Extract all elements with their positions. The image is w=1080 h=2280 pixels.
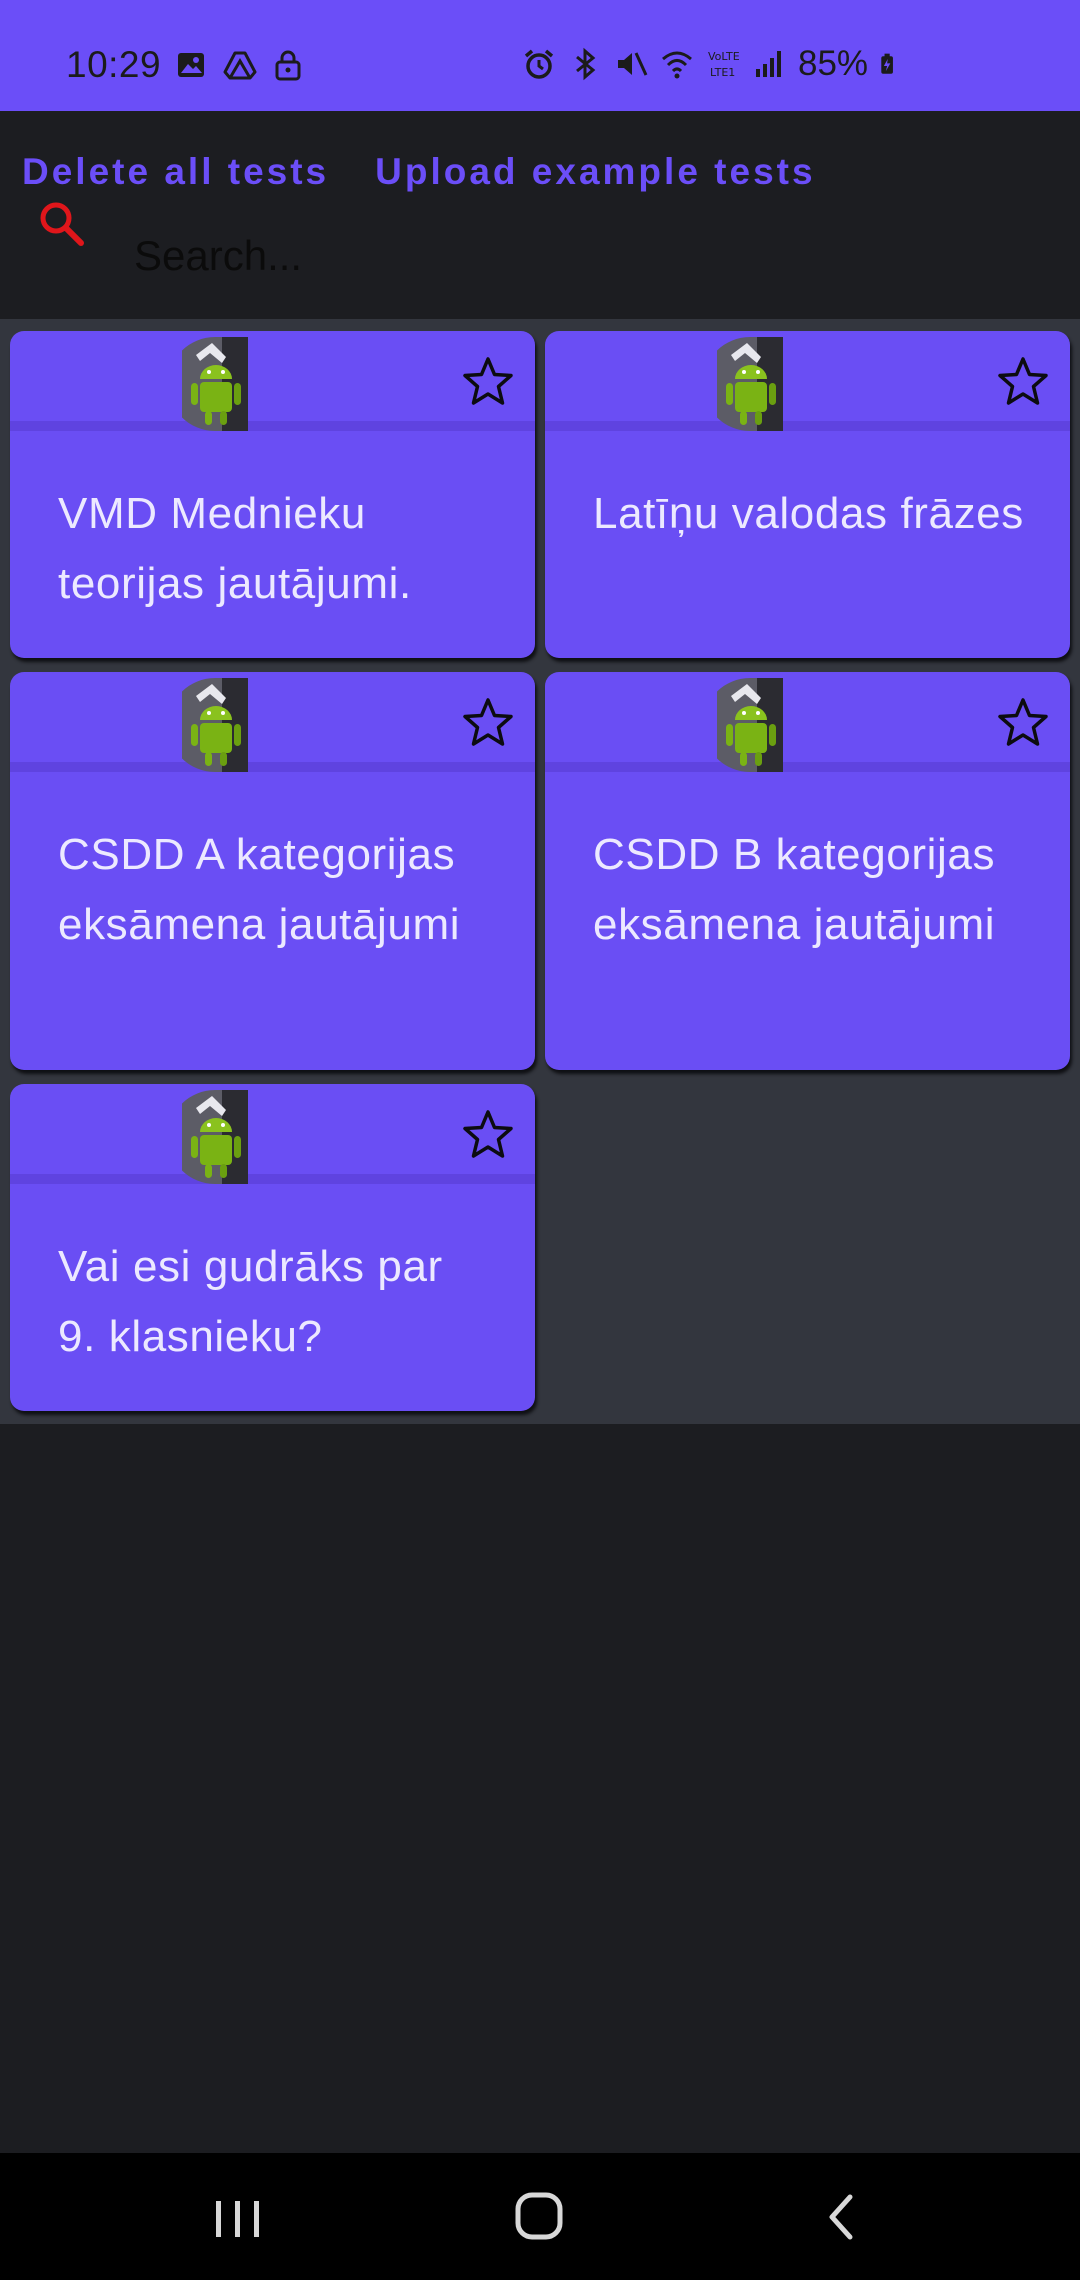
- android-avatar-icon: [717, 337, 783, 431]
- app-header: Delete all tests Upload example tests: [0, 111, 1080, 319]
- bluetooth-icon: [576, 47, 596, 81]
- test-card[interactable]: Latīņu valodas frāzes: [545, 331, 1070, 658]
- volte-icon: VoLTE LTE1: [708, 50, 740, 79]
- search-icon: [40, 202, 84, 246]
- card-title: CSDD A kategorijas eksāmena jautājumi: [58, 830, 461, 949]
- card-title: CSDD B kategorijas eksāmena jautājumi: [593, 830, 996, 949]
- status-left: 10:29: [66, 44, 305, 86]
- test-card[interactable]: CSDD B kategorijas eksāmena jautājumi: [545, 672, 1070, 1070]
- star-outline-icon[interactable]: [996, 696, 1050, 750]
- card-header: [10, 1084, 535, 1184]
- battery-charging-icon: [881, 53, 894, 74]
- signal-icon: [756, 51, 781, 77]
- test-card[interactable]: Vai esi gudrāks par 9. klasnieku?: [10, 1084, 535, 1411]
- recent-apps-icon[interactable]: [198, 2181, 278, 2253]
- svg-text:LTE1: LTE1: [710, 66, 735, 79]
- card-header: [10, 672, 535, 772]
- test-card[interactable]: CSDD A kategorijas eksāmena jautājumi: [10, 672, 535, 1070]
- card-title: Latīņu valodas frāzes: [593, 489, 1024, 538]
- status-time: 10:29: [66, 44, 162, 85]
- delete-all-tests-button[interactable]: Delete all tests: [22, 151, 329, 193]
- system-nav-bar: [0, 2153, 1080, 2280]
- search-input[interactable]: [134, 221, 1034, 291]
- test-card[interactable]: VMD Mednieku teorijas jautājumi.: [10, 331, 535, 658]
- wifi-icon: [662, 51, 692, 79]
- card-title: VMD Mednieku teorijas jautājumi.: [58, 489, 412, 608]
- lock-icon: [275, 50, 301, 81]
- svg-text:VoLTE: VoLTE: [708, 50, 740, 63]
- card-header: [545, 672, 1070, 772]
- android-avatar-icon: [182, 678, 248, 772]
- battery-percent: 85%: [798, 44, 869, 83]
- star-outline-icon[interactable]: [996, 355, 1050, 409]
- star-outline-icon[interactable]: [461, 696, 515, 750]
- image-icon: [178, 53, 205, 77]
- star-outline-icon[interactable]: [461, 1108, 515, 1162]
- mute-icon: [618, 52, 648, 76]
- status-bar: 10:29 VoLTE LTE1 85%: [0, 0, 1080, 111]
- android-avatar-icon: [182, 1090, 248, 1184]
- star-outline-icon[interactable]: [461, 355, 515, 409]
- alarm-icon: [524, 49, 554, 79]
- android-avatar-icon: [182, 337, 248, 431]
- card-header: [545, 331, 1070, 431]
- drive-icon: [223, 51, 257, 80]
- card-header: [10, 331, 535, 431]
- upload-example-tests-button[interactable]: Upload example tests: [375, 151, 815, 193]
- back-icon[interactable]: [802, 2181, 882, 2253]
- tests-grid: VMD Mednieku teorijas jautājumi. Latīņu: [0, 319, 1080, 1424]
- card-title: Vai esi gudrāks par 9. klasnieku?: [58, 1242, 443, 1361]
- android-avatar-icon: [717, 678, 783, 772]
- home-icon[interactable]: [500, 2181, 580, 2253]
- status-right: VoLTE LTE1 85%: [522, 44, 902, 84]
- header-actions: Delete all tests Upload example tests: [22, 151, 816, 193]
